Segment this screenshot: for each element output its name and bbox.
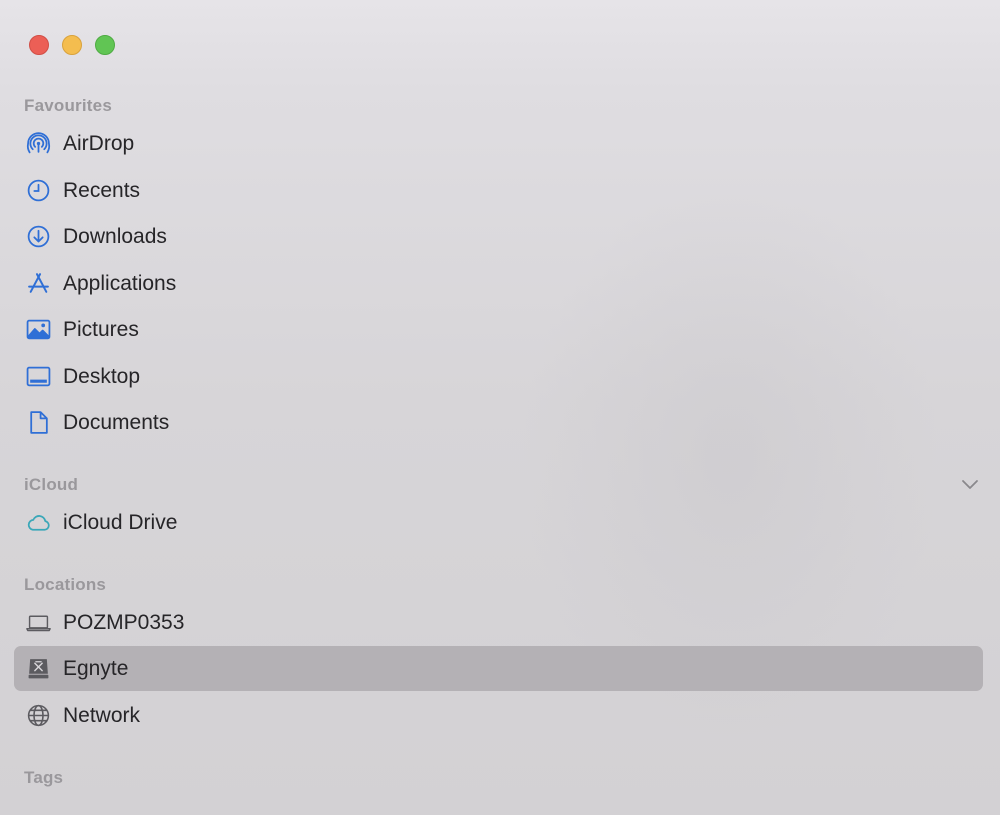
minimize-button[interactable]	[62, 35, 82, 55]
airdrop-icon	[26, 131, 51, 156]
section-header-favourites: Favourites	[24, 96, 112, 115]
picture-icon	[26, 317, 51, 342]
laptop-icon	[26, 610, 51, 635]
applications-icon	[26, 271, 51, 296]
download-icon	[26, 224, 51, 249]
sidebar-item-label: POZMP0353	[63, 611, 185, 634]
sidebar-item-label: Applications	[63, 272, 177, 295]
section-header-icloud: iCloud	[24, 475, 79, 494]
sidebar-item-egnyte[interactable]: Egnyte	[14, 646, 983, 691]
clock-icon	[26, 178, 51, 203]
external-drive-icon	[26, 656, 51, 681]
sidebar-item-label: Recents	[63, 179, 141, 202]
desktop-icon	[26, 364, 51, 389]
finder-sidebar-window: Favourites AirDrop Recents Downloads App…	[0, 0, 1000, 815]
sidebar-item-label: Downloads	[63, 225, 167, 248]
maximize-button[interactable]	[95, 35, 115, 55]
globe-icon	[26, 703, 51, 728]
document-icon	[26, 410, 51, 435]
section-header-tags: Tags	[24, 768, 64, 787]
sidebar-item-airdrop[interactable]: AirDrop	[14, 121, 983, 166]
sidebar-item-label: Network	[63, 704, 141, 727]
sidebar-item-desktop[interactable]: Desktop	[14, 354, 983, 399]
sidebar-item-label: Desktop	[63, 365, 141, 388]
chevron-down-icon[interactable]	[960, 474, 980, 494]
sidebar-item-recents[interactable]: Recents	[14, 168, 983, 213]
sidebar-item-pictures[interactable]: Pictures	[14, 307, 983, 352]
sidebar-item-label: Documents	[63, 411, 170, 434]
sidebar-item-pozmp0353[interactable]: POZMP0353	[14, 600, 983, 645]
close-button[interactable]	[29, 35, 49, 55]
section-header-locations: Locations	[24, 575, 107, 594]
sidebar-item-label: Egnyte	[63, 657, 129, 680]
window-controls	[29, 35, 115, 55]
sidebar-item-icloud-drive[interactable]: iCloud Drive	[14, 500, 983, 545]
sidebar-item-applications[interactable]: Applications	[14, 261, 983, 306]
sidebar-item-documents[interactable]: Documents	[14, 400, 983, 445]
cloud-icon	[26, 510, 51, 535]
sidebar-item-label: AirDrop	[63, 132, 135, 155]
sidebar-item-downloads[interactable]: Downloads	[14, 214, 983, 259]
sidebar-item-label: Pictures	[63, 318, 139, 341]
sidebar-item-label: iCloud Drive	[63, 511, 178, 534]
sidebar-item-network[interactable]: Network	[14, 693, 983, 738]
